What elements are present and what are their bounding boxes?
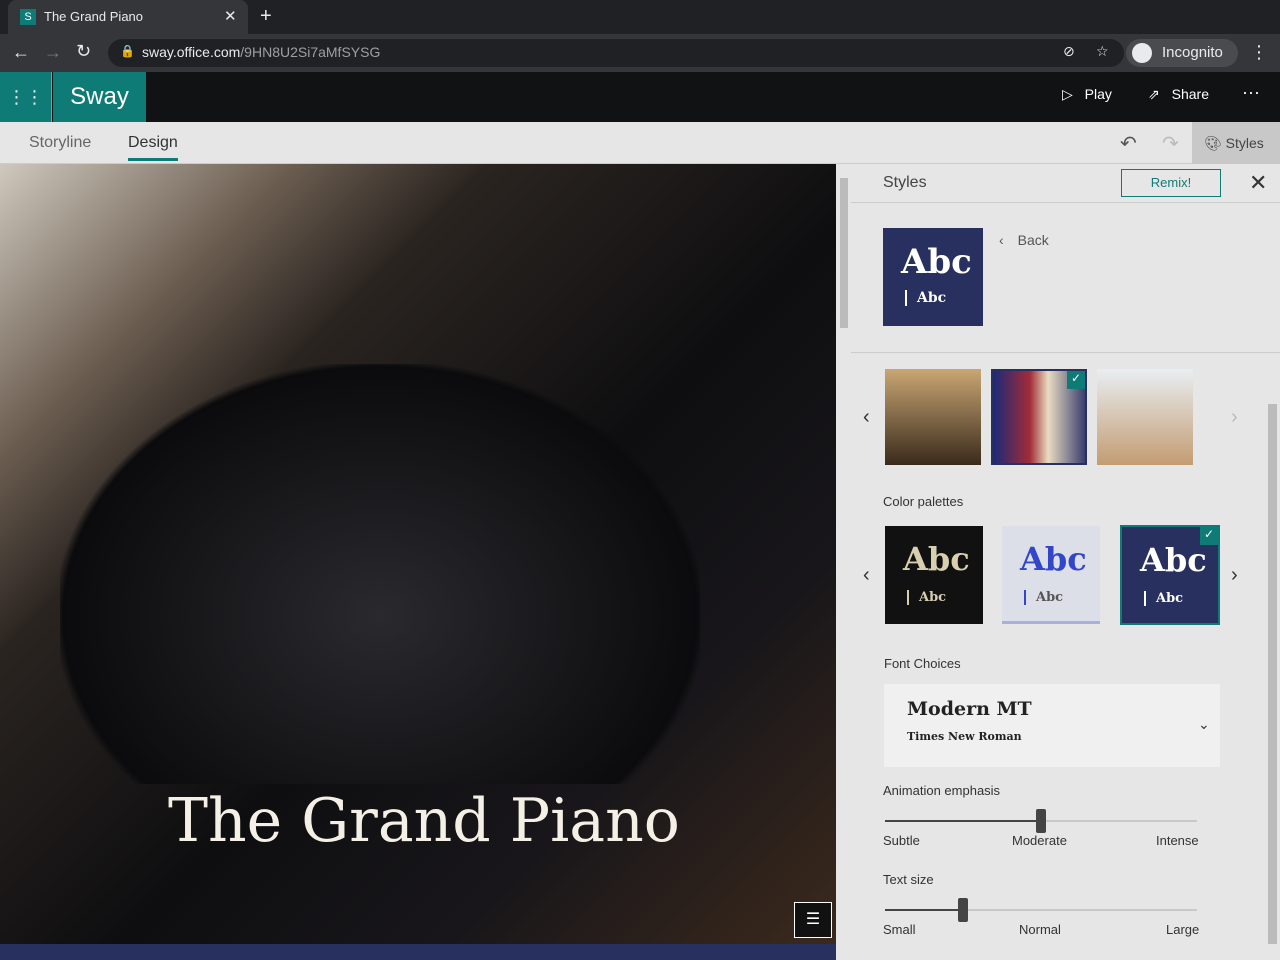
palette-option[interactable]: Abc Abc — [1002, 526, 1100, 624]
style-preview: Abc Abc — [883, 228, 983, 326]
panel-title: Styles — [883, 174, 927, 191]
slider-stop-label: Moderate — [1012, 833, 1067, 848]
check-icon: ✓ — [1067, 371, 1085, 389]
design-toolbar: Storyline Design ↶ ↷ 🎨︎ Styles — [0, 122, 1280, 164]
close-panel-icon[interactable]: ✕ — [1249, 170, 1267, 196]
tab-title: The Grand Piano — [44, 9, 144, 24]
palette-heading: Abc — [903, 540, 970, 578]
preview-heading: Abc — [901, 242, 972, 282]
slider-fill — [885, 820, 1041, 822]
forward-icon[interactable]: → — [44, 42, 62, 63]
styles-button[interactable]: 🎨︎ Styles — [1192, 122, 1280, 164]
undo-icon[interactable]: ↶ — [1120, 131, 1137, 156]
share-button[interactable]: ⇗ Share — [1148, 86, 1209, 103]
styles-panel: Styles Remix! ✕ Abc Abc ‹ Back ‹ ✓ › Colo… — [851, 164, 1280, 960]
slider-thumb[interactable] — [958, 898, 968, 922]
play-label: Play — [1084, 86, 1112, 102]
slider-stop-label: Large — [1166, 922, 1200, 937]
reload-icon[interactable]: ↻ — [76, 41, 91, 62]
slider-stop-label: Small — [883, 922, 916, 937]
url-host: sway.office.com — [142, 44, 241, 60]
slider-thumb[interactable] — [1036, 809, 1046, 833]
bottom-band — [0, 944, 836, 960]
palette-option[interactable]: Abc Abc — [885, 526, 983, 624]
check-icon: ✓ — [1200, 527, 1218, 545]
profile-label: Incognito — [1162, 44, 1223, 61]
sway-favicon: S — [20, 9, 36, 25]
palette-heading: Abc — [1020, 540, 1087, 578]
animation-emphasis-label: Animation emphasis — [883, 783, 1001, 798]
chevron-right-icon[interactable]: › — [1231, 564, 1238, 587]
remix-button[interactable]: Remix! — [1121, 169, 1221, 197]
slider-stop-label: Intense — [1156, 833, 1199, 848]
back-button[interactable]: ‹ Back — [999, 232, 1049, 248]
animation-slider[interactable] — [885, 808, 1197, 833]
tab-design[interactable]: Design — [128, 134, 178, 161]
style-thumbnail[interactable] — [1097, 369, 1193, 465]
url-field[interactable]: 🔒 sway.office.com/9HN8U2Si7aMfSYSG ⊘ ☆ — [108, 39, 1124, 67]
back-icon[interactable]: ← — [12, 42, 30, 63]
close-tab-icon[interactable]: ✕ — [224, 7, 237, 25]
back-label: Back — [1017, 232, 1049, 248]
text-size-label: Text size — [883, 872, 934, 887]
font-secondary: Times New Roman — [907, 730, 1022, 743]
app-launcher-button[interactable]: ⋮⋮ — [0, 72, 52, 122]
scrollbar-thumb[interactable] — [840, 178, 848, 328]
font-choices-dropdown[interactable]: Modern MT Times New Roman ⌄ — [884, 684, 1220, 767]
chevron-left-icon[interactable]: ‹ — [863, 406, 870, 429]
play-icon: ▷ — [1062, 86, 1073, 102]
browser-tab[interactable]: S The Grand Piano ✕ — [8, 0, 248, 34]
share-icon: ⇗ — [1148, 86, 1160, 102]
preview-body: Abc — [905, 290, 946, 306]
url-path: /9HN8U2Si7aMfSYSG — [240, 44, 381, 60]
slider-stop-label: Normal — [1019, 922, 1061, 937]
play-button[interactable]: ▷ Play — [1062, 86, 1112, 103]
eye-off-icon[interactable]: ⊘ — [1063, 43, 1075, 60]
style-thumbnail[interactable] — [885, 369, 981, 465]
incognito-icon — [1132, 43, 1152, 63]
new-tab-icon[interactable]: + — [260, 5, 272, 28]
url-text: sway.office.com/9HN8U2Si7aMfSYSG — [142, 44, 380, 60]
style-thumbnail-selected[interactable]: ✓ — [991, 369, 1087, 465]
scrollbar-thumb[interactable] — [1268, 404, 1277, 944]
more-options-icon[interactable]: ··· — [1242, 82, 1260, 103]
app-name[interactable]: Sway — [53, 72, 146, 122]
styles-label: Styles — [1225, 135, 1264, 151]
star-icon[interactable]: ☆ — [1096, 43, 1109, 60]
palette-heading: Abc — [1140, 541, 1207, 579]
chevron-left-icon[interactable]: ‹ — [863, 564, 870, 587]
divider — [851, 202, 1280, 203]
font-choices-label: Font Choices — [884, 656, 961, 671]
incognito-badge[interactable]: Incognito — [1126, 39, 1238, 67]
chevron-right-icon[interactable]: › — [1231, 406, 1238, 429]
piano-image — [60, 364, 700, 784]
share-label: Share — [1171, 86, 1209, 102]
color-palettes-label: Color palettes — [883, 494, 964, 509]
browser-tab-bar: S The Grand Piano ✕ + — [0, 0, 1280, 34]
canvas-scrollbar[interactable] — [836, 164, 851, 960]
app-header: ⋮⋮ Sway ▷ Play ⇗ Share ··· — [0, 72, 1280, 122]
sway-canvas[interactable]: The Grand Piano ☰ — [0, 164, 836, 960]
lock-icon: 🔒 — [120, 44, 135, 58]
slider-stop-label: Subtle — [883, 833, 920, 848]
sway-title[interactable]: The Grand Piano — [168, 786, 680, 856]
chevron-left-icon: ‹ — [999, 232, 1004, 248]
kebab-menu-icon[interactable]: ⋮ — [1250, 42, 1268, 63]
palette-body: Abc — [907, 590, 946, 605]
redo-icon[interactable]: ↷ — [1162, 131, 1179, 156]
divider — [851, 352, 1280, 353]
palette-icon: 🎨︎ — [1204, 135, 1222, 151]
slider-fill — [885, 909, 963, 911]
text-size-slider[interactable] — [885, 897, 1197, 922]
tab-storyline[interactable]: Storyline — [29, 134, 91, 152]
navigation-button[interactable]: ☰ — [794, 902, 832, 938]
palette-option-selected[interactable]: Abc Abc ✓ — [1120, 525, 1220, 625]
palette-body: Abc — [1144, 591, 1183, 606]
panel-scrollbar[interactable] — [1265, 356, 1280, 956]
chevron-down-icon: ⌄ — [1198, 716, 1210, 732]
font-primary: Modern MT — [907, 698, 1032, 720]
palette-body: Abc — [1024, 590, 1063, 605]
